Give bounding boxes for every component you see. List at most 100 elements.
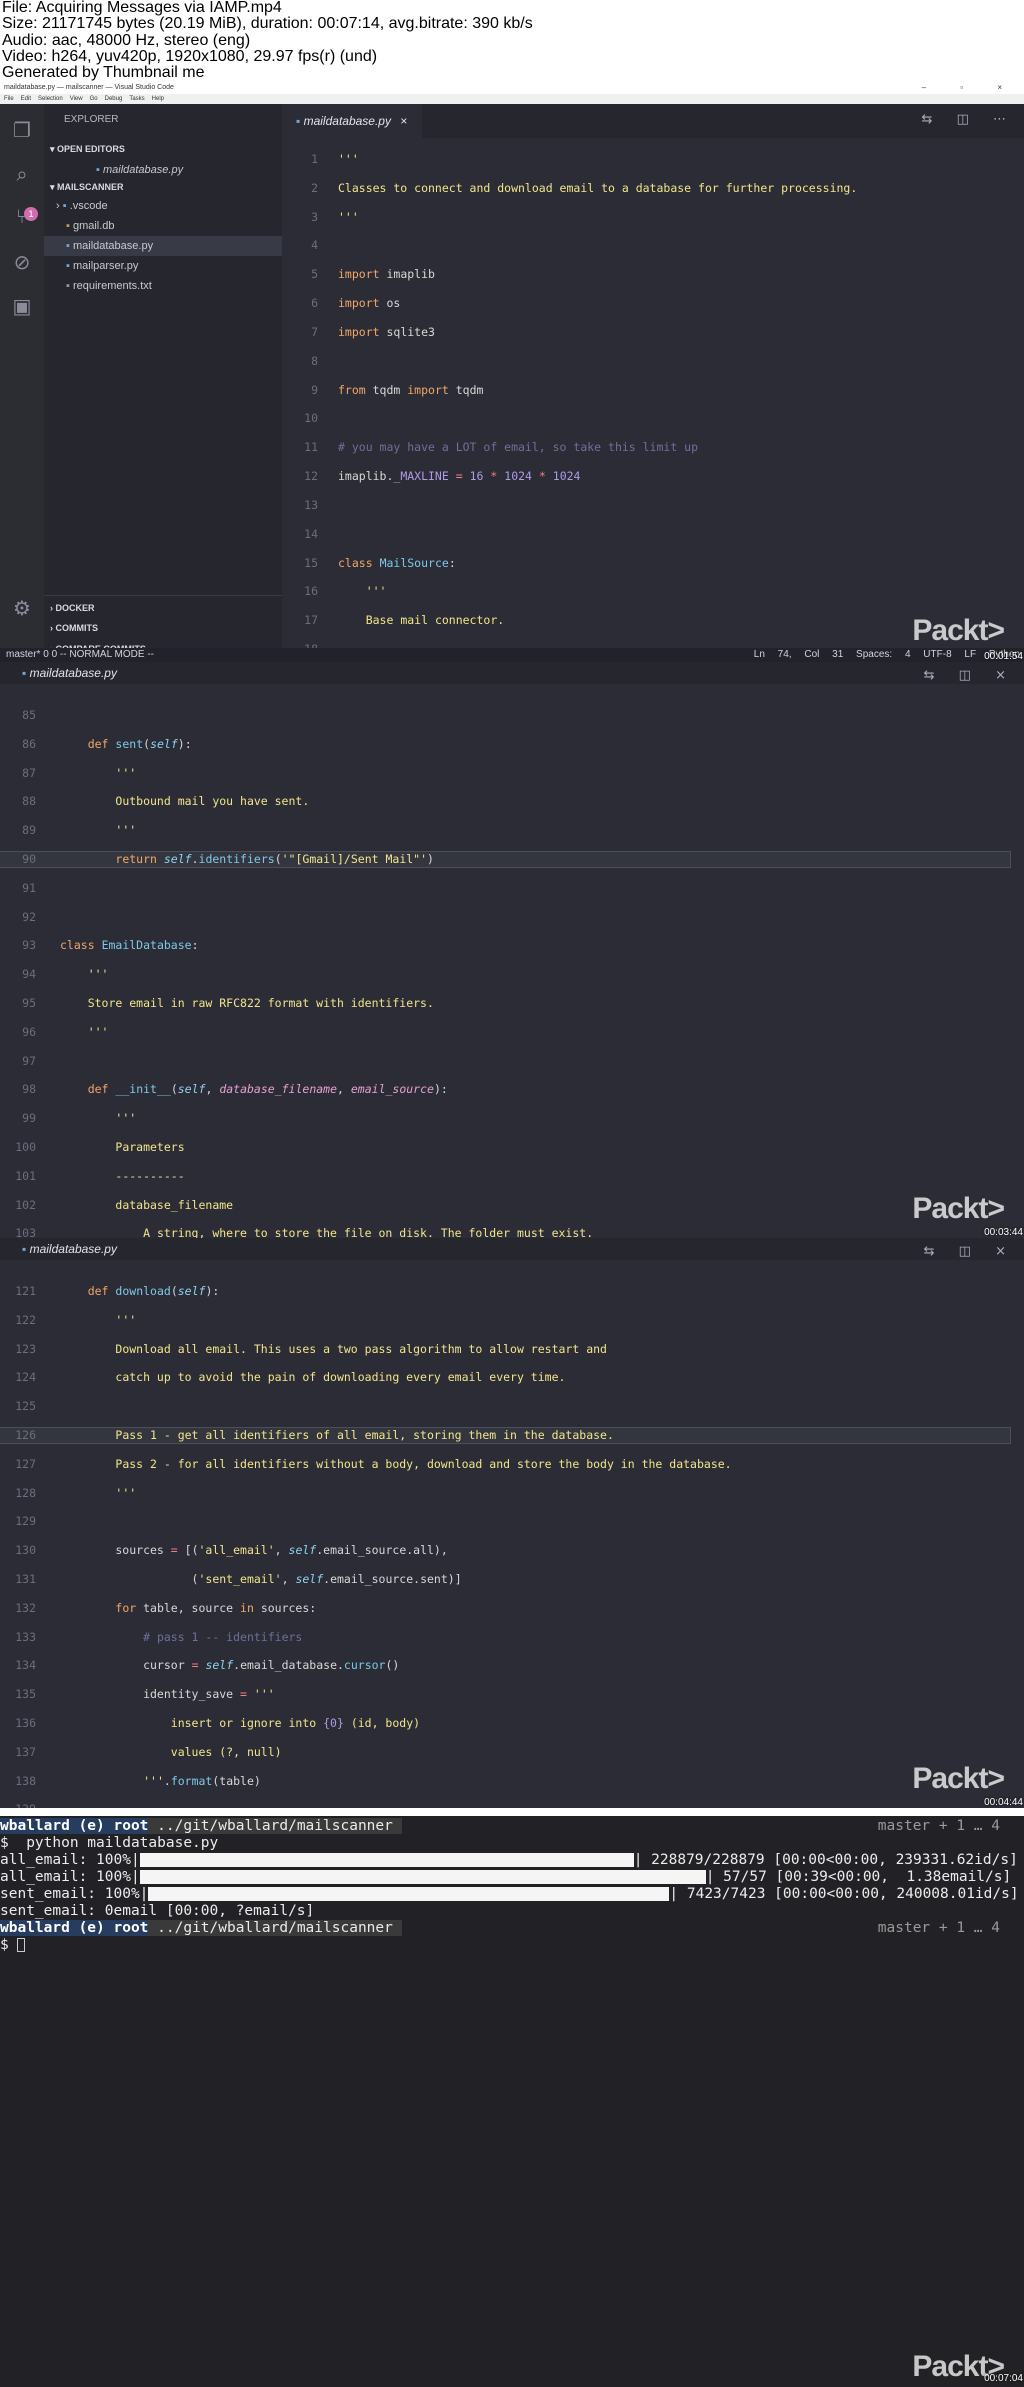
docker-label: DOCKER — [55, 603, 95, 613]
python-file-icon: ▪ — [96, 164, 103, 176]
progress-row: sent_email: 0email [00:00, ?email/s] — [0, 1903, 315, 1919]
packt-logo: Packt> — [912, 614, 1005, 647]
status-right[interactable]: Ln 74, Col 31 Spaces: 4 UTF-8 LF Python — [754, 648, 1020, 662]
generator-line: Generated by Thumbnail me — [2, 64, 205, 82]
git-status: master + 1 … 4 — [877, 1920, 1000, 1936]
prompt-env: (e) root — [78, 1920, 149, 1936]
progress-bar — [139, 1870, 706, 1884]
tree-label: maildatabase.py — [72, 240, 154, 252]
commits-section[interactable]: › COMMITS — [50, 623, 98, 633]
prompt-symbol: $ — [0, 1937, 18, 1953]
prompt-line-1: wballard (e) root ../git/wballard/mailsc… — [0, 1818, 1024, 1835]
editor-tab-bar: ▪ maildatabase.py ⇆ ◫ × — [0, 1238, 1024, 1260]
open-editor-item[interactable]: ▪ maildatabase.py — [44, 160, 282, 180]
timestamp: 00:04:44 — [984, 1797, 1023, 1808]
git-status: master + 1 … 4 — [877, 1818, 1000, 1834]
tree-label: .vscode — [69, 200, 108, 212]
python-file-icon: ▪ — [22, 666, 30, 680]
progress-row: all_email: 100%| | 228879/228879 [00:00<0… — [0, 1852, 1024, 1869]
files-icon[interactable]: ❐ — [10, 118, 34, 142]
docker-section[interactable]: › DOCKER — [50, 603, 95, 613]
extensions-icon[interactable]: ▣ — [10, 294, 34, 318]
text-file-icon: ▪ — [66, 280, 70, 292]
menu-file[interactable]: File — [4, 96, 14, 102]
tree-item-mailparser[interactable]: ▪ mailparser.py — [44, 256, 282, 276]
tab-maildatabase[interactable]: ▪ maildatabase.py × — [282, 104, 422, 138]
python-file-icon: ▪ — [66, 240, 70, 252]
window-titlebar: maildatabase.py — mailscanner — Visual S… — [0, 82, 1024, 94]
audio-line: Audio: aac, 48000 Hz, stereo (eng) — [2, 31, 251, 49]
cursor — [17, 1938, 26, 1952]
commits-label: COMMITS — [55, 623, 99, 633]
window-controls[interactable]: – ▫ × — [922, 83, 1018, 92]
timestamp: 00:03:44 — [984, 1227, 1023, 1238]
prompt-input[interactable]: $ — [0, 1937, 1024, 1954]
menu-help[interactable]: Help — [152, 96, 164, 102]
tab-label[interactable]: maildatabase.py — [30, 666, 117, 680]
open-editors-label: OPEN EDITORS — [57, 144, 125, 154]
python-file-icon: ▪ — [296, 114, 304, 128]
explorer-title: EXPLORER — [64, 114, 119, 125]
status-left[interactable]: master* 0 0 -- NORMAL MODE -- — [6, 649, 154, 660]
editor-actions[interactable]: ⇆ ◫ ⋯ — [922, 112, 1016, 127]
frame-2-vscode: ▪ maildatabase.py ⇆ ◫ × 85 86 def sent(s… — [0, 662, 1024, 1238]
tree-label: mailparser.py — [72, 260, 139, 272]
editor-tab-bar: ▪ maildatabase.py ⇆ ◫ × — [0, 662, 1024, 684]
project-label: MAILSCANNER — [57, 182, 124, 192]
tree-label: gmail.db — [72, 220, 115, 232]
activity-bar: ❐ ⌕ ⑂ 1 ⊘ ▣ ⚙ — [0, 104, 44, 662]
prompt-path: ../git/wballard/mailscanner — [157, 1818, 393, 1834]
menu-view[interactable]: View — [70, 96, 83, 102]
progress-row: sent_email: 100%| | 7423/7423 [00:00<00:0… — [0, 1886, 1024, 1903]
prompt-user: wballard — [0, 1818, 70, 1834]
tree-label: requirements.txt — [72, 280, 152, 292]
menu-edit[interactable]: Edit — [21, 96, 31, 102]
video-info-header: File: Acquiring Messages via IAMP.mp4 Si… — [0, 0, 1024, 82]
menu-debug[interactable]: Debug — [105, 96, 123, 102]
menu-go[interactable]: Go — [90, 96, 98, 102]
code-editor-2[interactable]: 85 86 def sent(self): 87 ''' 88 Outbound… — [0, 694, 1011, 1238]
project-section[interactable]: ▾ MAILSCANNER — [50, 182, 124, 193]
code-editor-3[interactable]: 121 def download(self): 122 ''' 123 Down… — [0, 1270, 1011, 1808]
folder-icon: ▪ — [62, 200, 67, 212]
menu-bar: File Edit Selection View Go Debug Tasks Help — [0, 94, 1024, 104]
python-file-icon: ▪ — [22, 1242, 30, 1256]
progress-label: sent_email: 100%| — [0, 1886, 149, 1902]
progress-stats: | 57/57 [00:39<00:00, 1.38email/s] — [705, 1869, 1012, 1885]
tree-item-gmail-db[interactable]: ▪ gmail.db — [44, 216, 282, 236]
timestamp: 00:01:54 — [984, 651, 1023, 662]
menu-tasks[interactable]: Tasks — [129, 96, 144, 102]
code-editor-1[interactable]: 1 ''' 2 Classes to connect and download em… — [282, 138, 857, 662]
progress-stats: | 7423/7423 [00:00<00:00, 240008.01id/s] — [669, 1886, 1019, 1902]
python-file-icon: ▪ — [66, 260, 70, 272]
file-line: File: Acquiring Messages via IAMP.mp4 — [2, 0, 282, 16]
tree-item-vscode[interactable]: › ▪ .vscode — [44, 196, 282, 216]
size-line: Size: 21171745 bytes (20.19 MiB), durati… — [2, 15, 533, 33]
editor-actions[interactable]: ⇆ ◫ × — [924, 1241, 1016, 1263]
progress-stats: | 228879/228879 [00:00<00:00, 239331.62i… — [633, 1852, 1018, 1868]
editor-actions[interactable]: ⇆ ◫ × — [924, 665, 1016, 687]
progress-bar — [148, 1887, 670, 1901]
open-editors-section[interactable]: ▾ OPEN EDITORS — [50, 144, 125, 155]
tab-label[interactable]: maildatabase.py — [30, 1242, 117, 1256]
prompt-line-2: wballard (e) root ../git/wballard/mailsc… — [0, 1920, 1024, 1937]
prompt-env: (e) root — [78, 1818, 149, 1834]
menu-selection[interactable]: Selection — [38, 96, 63, 102]
progress-bar — [139, 1853, 634, 1867]
window-title: maildatabase.py — mailscanner — Visual S… — [4, 84, 174, 91]
progress-label: all_email: 100%| — [0, 1852, 140, 1868]
tree-item-requirements[interactable]: ▪ requirements.txt — [44, 276, 282, 296]
packt-logo: Packt> — [912, 1762, 1005, 1795]
prompt-path: ../git/wballard/mailscanner — [157, 1920, 393, 1936]
db-file-icon: ▪ — [66, 220, 70, 232]
close-icon[interactable]: × — [400, 114, 407, 128]
tree-item-maildatabase[interactable]: ▪ maildatabase.py — [44, 236, 282, 256]
video-line: Video: h264, yuv420p, 1920x1080, 29.97 f… — [2, 47, 378, 65]
gear-icon[interactable]: ⚙ — [10, 596, 34, 620]
search-icon[interactable]: ⌕ — [10, 162, 34, 186]
debug-icon[interactable]: ⊘ — [10, 250, 34, 274]
timestamp: 00:07:04 — [984, 2372, 1023, 2384]
editor-tabs: ▪ maildatabase.py × ⇆ ◫ ⋯ — [282, 104, 1024, 138]
terminal-window[interactable]: wballard (e) root ../git/wballard/mailsc… — [0, 1808, 1024, 2387]
status-bar: master* 0 0 -- NORMAL MODE -- Ln 74, Col… — [0, 648, 1024, 662]
